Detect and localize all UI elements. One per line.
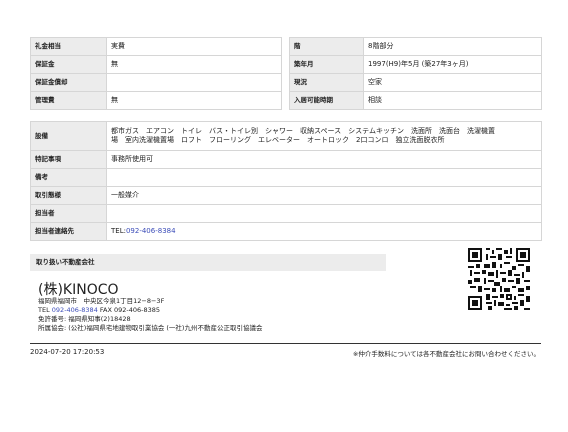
built-date-value: 1997(H9)年5月 (築27年3ヶ月) bbox=[363, 55, 542, 74]
table-row: 管理費 無 入居可能時期 相談 bbox=[30, 91, 542, 110]
qr-code-icon bbox=[466, 246, 532, 312]
contact-phone-value: TEL:092-406-8384 bbox=[106, 222, 542, 241]
move-in-label: 入居可能時期 bbox=[289, 91, 364, 110]
management-fee-label: 管理費 bbox=[30, 91, 107, 110]
key-money-value: 実費 bbox=[106, 37, 282, 56]
facilities-label: 設備 bbox=[30, 121, 107, 151]
table-row: 設備 都市ガス エアコン トイレ バス・トイレ別 シャワー 収納スペース システ… bbox=[30, 121, 542, 151]
built-date-label: 築年月 bbox=[289, 55, 364, 74]
table-row: 特記事項 事務所使用可 bbox=[30, 150, 542, 169]
special-notes-label: 特記事項 bbox=[30, 150, 107, 169]
facilities-line-2: 場 室内洗濯機置場 ロフト フローリング エレベーター オートロック 2口コンロ… bbox=[111, 136, 445, 144]
table-row: 保証金 無 築年月 1997(H9)年5月 (築27年3ヶ月) bbox=[30, 55, 542, 74]
remarks-label: 備考 bbox=[30, 168, 107, 187]
deposit-amortization-label: 保証金償却 bbox=[30, 73, 107, 92]
footer-divider bbox=[30, 343, 541, 344]
move-in-value: 相談 bbox=[363, 91, 542, 110]
agent-tel-link[interactable]: 092-406-8384 bbox=[52, 306, 98, 314]
table-row: 備考 bbox=[30, 168, 542, 187]
agent-address: 福岡県福岡市 中央区今泉1丁目12−8−3F bbox=[38, 297, 165, 305]
details-table: 設備 都市ガス エアコン トイレ バス・トイレ別 シャワー 収納スペース システ… bbox=[30, 121, 542, 241]
status-label: 現況 bbox=[289, 73, 364, 92]
agent-company-name: (株)KINOCO bbox=[38, 282, 119, 298]
transaction-type-value: 一般媒介 bbox=[106, 186, 542, 205]
contact-phone-link[interactable]: 092-406-8384 bbox=[126, 227, 176, 235]
agent-section-heading: 取り扱い不動産会社 bbox=[30, 254, 386, 271]
contact-phone-prefix: TEL: bbox=[111, 227, 126, 235]
special-notes-value: 事務所使用可 bbox=[106, 150, 542, 169]
table-row: 担当者連絡先 TEL:092-406-8384 bbox=[30, 222, 542, 241]
key-money-label: 礼金相当 bbox=[30, 37, 107, 56]
table-row: 礼金相当 実費 階 8階部分 bbox=[30, 37, 542, 56]
facilities-value: 都市ガス エアコン トイレ バス・トイレ別 シャワー 収納スペース システムキッ… bbox=[106, 121, 542, 151]
deposit-label: 保証金 bbox=[30, 55, 107, 74]
deposit-amortization-value bbox=[106, 73, 282, 92]
facilities-line-1: 都市ガス エアコン トイレ バス・トイレ別 シャワー 収納スペース システムキッ… bbox=[111, 127, 495, 135]
agent-association: 所属協会: (公社)福岡県宅地建物取引業協会 (一社)九州不動産公正取引協議会 bbox=[38, 324, 263, 332]
footer-note: ※仲介手数料については各不動産会社にお問い合わせください。 bbox=[352, 350, 540, 358]
floor-value: 8階部分 bbox=[363, 37, 542, 56]
table-row: 保証金償却 現況 空家 bbox=[30, 73, 542, 92]
agent-tel-label: TEL bbox=[38, 306, 50, 314]
transaction-type-label: 取引態様 bbox=[30, 186, 107, 205]
table-row: 担当者 bbox=[30, 204, 542, 223]
floor-label: 階 bbox=[289, 37, 364, 56]
contact-phone-label: 担当者連絡先 bbox=[30, 222, 107, 241]
remarks-value bbox=[106, 168, 542, 187]
deposit-value: 無 bbox=[106, 55, 282, 74]
status-value: 空家 bbox=[363, 73, 542, 92]
table-row: 取引態様 一般媒介 bbox=[30, 186, 542, 205]
contact-person-value bbox=[106, 204, 542, 223]
print-timestamp: 2024-07-20 17:20:53 bbox=[30, 348, 105, 356]
property-info-table: 礼金相当 実費 階 8階部分 保証金 無 築年月 1997(H9)年5月 (築2… bbox=[30, 37, 542, 110]
agent-phone-line: TEL 092-406-8384 FAX 092-406-8385 bbox=[38, 306, 160, 315]
contact-person-label: 担当者 bbox=[30, 204, 107, 223]
agent-license: 免許番号: 福岡県知事(2)18428 bbox=[38, 315, 131, 323]
agent-fax: FAX 092-406-8385 bbox=[99, 306, 161, 314]
management-fee-value: 無 bbox=[106, 91, 282, 110]
